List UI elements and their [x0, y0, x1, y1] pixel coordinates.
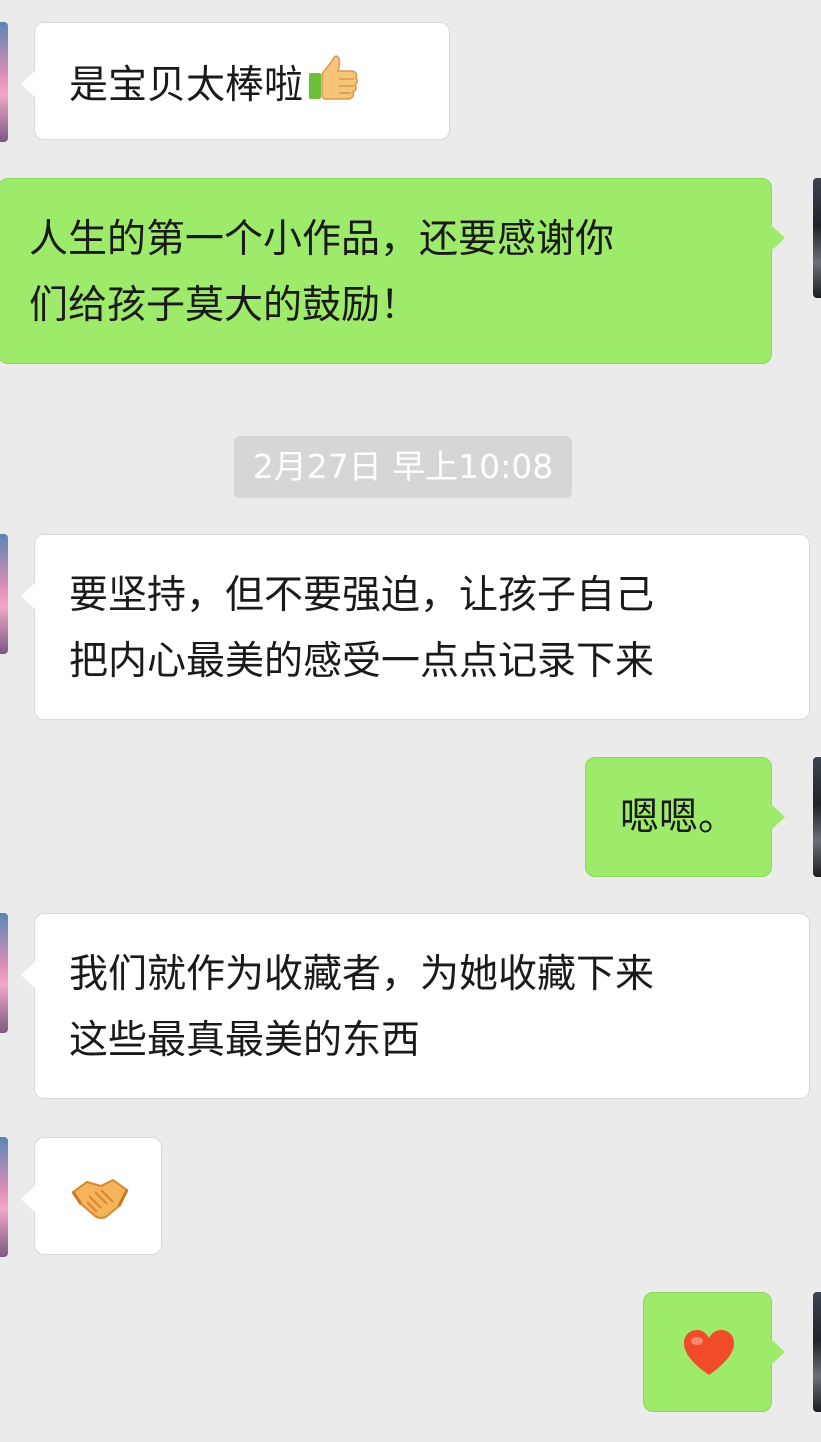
avatar-contact[interactable]	[0, 1137, 8, 1257]
message-bubble-sent[interactable]: 嗯嗯。	[585, 757, 785, 877]
message-text: 嗯嗯。	[620, 795, 738, 840]
heart-icon	[682, 1329, 736, 1398]
handshake-icon	[71, 1172, 129, 1243]
thumbs-up-icon	[305, 49, 361, 126]
message-bubble-received[interactable]	[21, 1137, 162, 1255]
avatar-contact[interactable]	[0, 913, 8, 1033]
timestamp: 2月27日 早上10:08	[234, 436, 572, 498]
message-text: 是宝贝太棒啦	[69, 63, 304, 108]
avatar-me[interactable]	[813, 1292, 821, 1412]
message-bubble-received[interactable]: 我们就作为收藏者，为她收藏下来 这些最真最美的东西	[21, 913, 810, 1099]
message-bubble-sent[interactable]: 人生的第一个小作品，还要感谢你 们给孩子莫大的鼓励！	[0, 178, 785, 364]
message-text: 要坚持，但不要强迫，让孩子自己 把内心最美的感受一点点记录下来	[69, 573, 655, 684]
avatar-me[interactable]	[813, 757, 821, 877]
message-bubble-sent[interactable]	[643, 1292, 785, 1412]
message-text: 我们就作为收藏者，为她收藏下来 这些最真最美的东西	[69, 952, 655, 1063]
message-text: 人生的第一个小作品，还要感谢你 们给孩子莫大的鼓励！	[29, 217, 615, 328]
avatar-me[interactable]	[813, 178, 821, 298]
avatar-contact[interactable]	[0, 534, 8, 654]
avatar-contact[interactable]	[0, 22, 8, 142]
message-bubble-received[interactable]: 要坚持，但不要强迫，让孩子自己 把内心最美的感受一点点记录下来	[21, 534, 810, 720]
message-bubble-received[interactable]: 是宝贝太棒啦	[21, 22, 450, 140]
